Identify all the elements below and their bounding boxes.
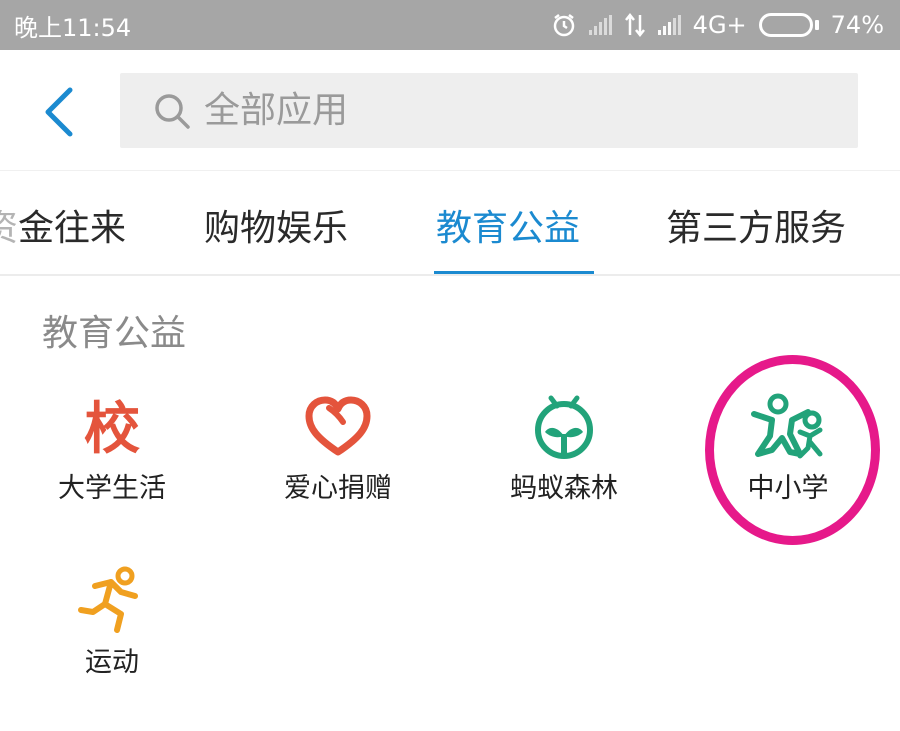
data-transfer-icon: [624, 13, 645, 37]
app-label: 中小学: [747, 473, 829, 504]
svg-text:校: 校: [84, 397, 140, 462]
status-icons: 4G+ 74%: [551, 11, 884, 39]
app-donation[interactable]: 爱心捐赠: [258, 392, 418, 532]
app-ant-forest[interactable]: 蚂蚁森林: [484, 392, 644, 532]
tab-finance[interactable]: 资金往来: [0, 199, 126, 251]
chevron-left-icon: [45, 87, 73, 137]
app-label: 蚂蚁森林: [510, 473, 618, 504]
section-title: 教育公益: [42, 313, 187, 354]
school-char-icon: 校: [84, 397, 140, 462]
tab-third-party[interactable]: 第三方服务: [666, 199, 846, 251]
search-header: [0, 50, 900, 170]
search-input[interactable]: [204, 90, 804, 131]
app-label: 大学生活: [58, 473, 166, 504]
kids-icon: [751, 393, 823, 459]
battery-icon: [758, 13, 819, 37]
active-tab-indicator: [434, 271, 594, 274]
signal-icon-2: [657, 15, 681, 35]
search-icon: [155, 93, 190, 129]
back-button[interactable]: [36, 84, 86, 140]
app-label: 爱心捐赠: [284, 473, 392, 504]
battery-percent: 74%: [830, 11, 884, 39]
app-college-life[interactable]: 校 大学生活: [32, 392, 192, 532]
tab-shopping[interactable]: 购物娱乐: [204, 199, 348, 251]
running-icon: [78, 566, 138, 633]
network-type: 4G+: [692, 11, 747, 39]
status-bar: 晚上11:54 4G+ 74%: [0, 0, 900, 50]
search-bar[interactable]: [120, 73, 858, 148]
alarm-icon: [553, 14, 574, 37]
tab-education[interactable]: 教育公益: [436, 199, 580, 251]
signal-icon: [588, 15, 612, 35]
app-label: 运动: [85, 647, 139, 678]
status-time: 晚上11:54: [14, 13, 132, 42]
sprout-icon: [535, 395, 593, 459]
category-tabs: 资金往来 购物娱乐 教育公益 第三方服务: [0, 170, 900, 276]
app-sports[interactable]: 运动: [32, 566, 192, 706]
app-primary-school[interactable]: 中小学: [708, 392, 868, 532]
heart-icon: [305, 396, 371, 456]
